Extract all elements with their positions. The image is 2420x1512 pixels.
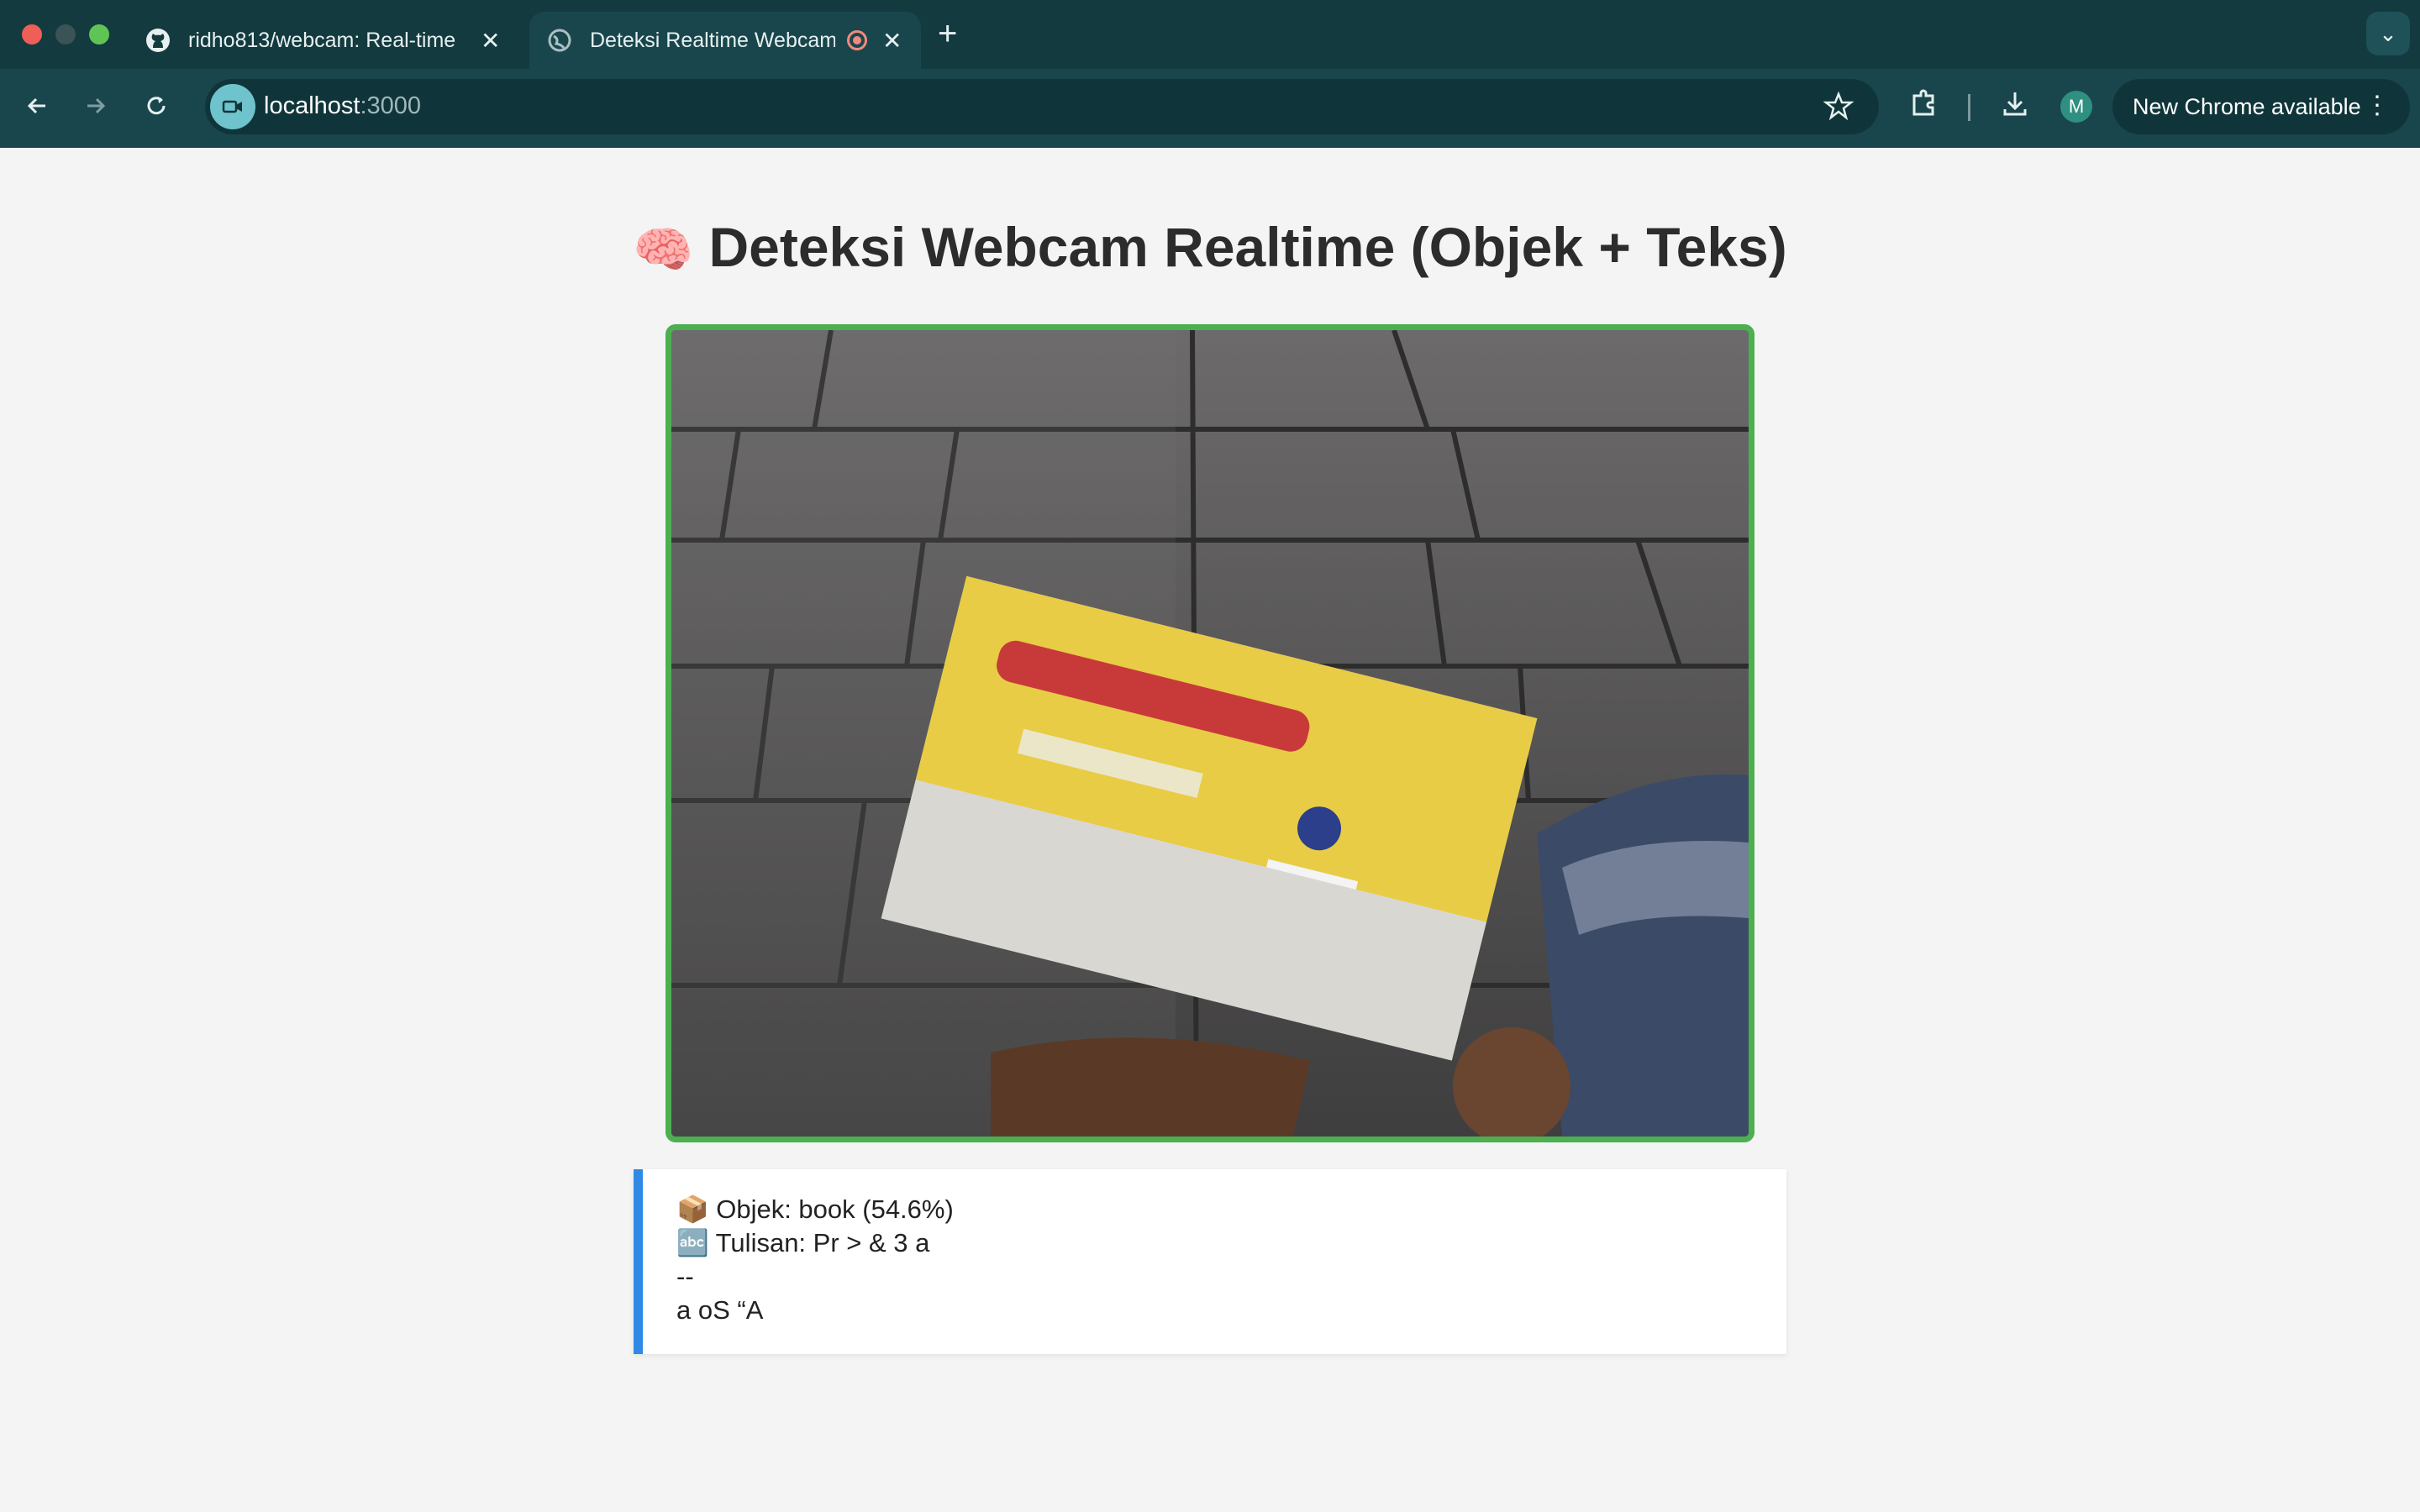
tab-search-chevron-icon[interactable]: ⌄ [2366,12,2410,55]
download-icon[interactable] [1998,87,2032,125]
browser-chrome: ridho813/webcam: Real-time ✕ Deteksi Rea… [0,0,2420,148]
tab-title: ridho813/webcam: Real-time [188,28,456,52]
tab-github[interactable]: ridho813/webcam: Real-time ✕ [128,12,523,69]
update-label: New Chrome available [2133,93,2361,119]
text-result: 🔤 Tulisan: Pr > & 3 a [676,1228,930,1257]
extensions-icon[interactable] [1907,87,1941,125]
url-port: :3000 [360,92,422,119]
maximize-window-button[interactable] [89,24,109,45]
video-camera-icon[interactable] [210,84,255,129]
page-title-text: Deteksi Webcam Realtime (Objek + Teks) [708,216,1787,278]
minimize-window-button[interactable] [55,24,76,45]
github-icon [145,27,171,54]
bookmark-star-icon[interactable] [1823,91,1854,125]
text-result-line: a oS “A [676,1295,764,1325]
url-host: localhost [264,92,360,119]
chrome-update-button[interactable]: New Chrome available ⋮ [2112,79,2410,134]
brain-icon: 🧠 [633,223,694,277]
webcam-video [666,324,1754,1142]
more-menu-icon[interactable]: ⋮ [2365,91,2390,120]
profile-avatar[interactable]: M [2060,91,2092,123]
tab-deteksi[interactable]: Deteksi Realtime Webcam ✕ [529,12,921,69]
tab-strip: ridho813/webcam: Real-time ✕ Deteksi Rea… [0,0,2420,69]
page-title: 🧠 Deteksi Webcam Realtime (Objek + Teks) [0,215,2420,279]
reload-icon[interactable] [138,87,175,124]
address-bar[interactable]: localhost:3000 [205,79,1879,134]
toolbar-separator [1968,94,1970,121]
globe-icon [546,27,573,54]
object-result: 📦 Objek: book (54.6%) [676,1194,954,1224]
close-tab-icon[interactable]: ✕ [481,27,500,55]
detection-results: 📦 Objek: book (54.6%) 🔤 Tulisan: Pr > & … [634,1169,1786,1354]
back-icon[interactable] [18,87,55,124]
forward-icon[interactable] [77,87,114,124]
url-text: localhost:3000 [264,92,421,120]
webcam-frame-image [671,330,1749,1137]
text-result-line: -- [676,1262,694,1291]
close-tab-icon[interactable]: ✕ [882,27,902,55]
recording-icon [847,30,867,50]
tab-title: Deteksi Realtime Webcam [590,28,835,52]
new-tab-icon[interactable]: + [938,15,957,53]
close-window-button[interactable] [22,24,42,45]
